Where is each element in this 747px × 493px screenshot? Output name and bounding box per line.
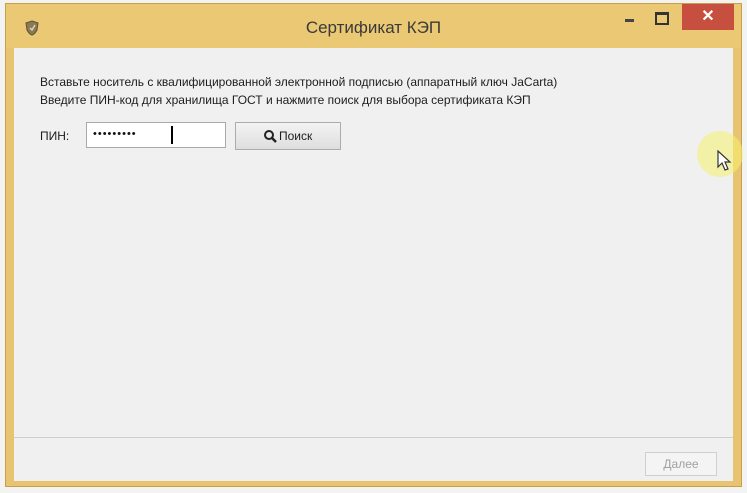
close-icon: ✕ (701, 8, 715, 25)
maximize-icon (655, 12, 669, 25)
footer-divider (14, 437, 733, 438)
search-button[interactable]: Поиск (235, 122, 341, 150)
next-button-label: Далее (663, 457, 699, 471)
pin-value: ••••••••• (93, 128, 137, 140)
minimize-icon (625, 19, 634, 22)
close-button[interactable]: ✕ (682, 4, 734, 30)
search-icon (264, 130, 277, 143)
maximize-button[interactable] (646, 4, 676, 30)
title-bar[interactable]: Сертификат КЭП ✕ (6, 4, 741, 48)
instruction-line-2: Введите ПИН-код для хранилища ГОСТ и наж… (40, 93, 531, 107)
pin-label: ПИН: (40, 129, 70, 143)
minimize-button[interactable] (614, 4, 644, 30)
next-button[interactable]: Далее (645, 452, 717, 476)
pin-input[interactable]: ••••••••• (86, 122, 226, 148)
certificate-window: Сертификат КЭП ✕ Вставьте носитель с ква… (5, 3, 742, 487)
mouse-cursor-icon (717, 150, 732, 171)
text-caret (171, 126, 173, 144)
search-button-label: Поиск (279, 129, 313, 143)
instruction-line-1: Вставьте носитель с квалифицированной эл… (40, 75, 558, 89)
dialog-content: Вставьте носитель с квалифицированной эл… (14, 48, 733, 481)
